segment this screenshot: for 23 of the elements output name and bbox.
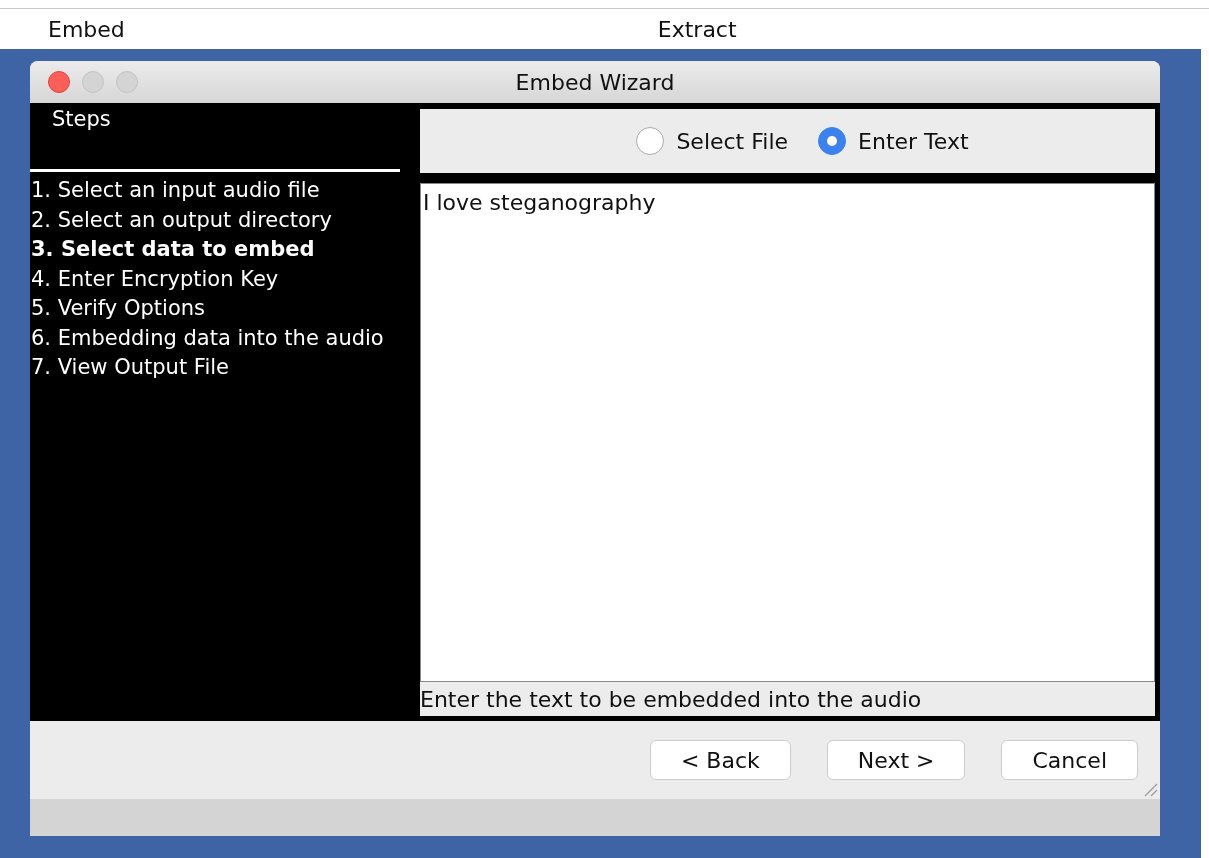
step-item: 1. Select an input audio file bbox=[30, 177, 321, 204]
text-area[interactable]: I love steganography bbox=[420, 183, 1155, 682]
wizard-button[interactable]: Cancel bbox=[1001, 740, 1138, 780]
step-item: 5. Verify Options bbox=[30, 295, 206, 322]
hint-text: Enter the text to be embedded into the audio bbox=[420, 686, 922, 712]
step-item: 7. View Output File bbox=[30, 354, 230, 381]
radio-option[interactable]: Select File bbox=[636, 127, 789, 155]
minimize-icon[interactable] bbox=[82, 71, 104, 93]
window-title: Embed Wizard bbox=[515, 69, 675, 95]
radio-icon[interactable] bbox=[818, 127, 847, 155]
step-item: 4. Enter Encryption Key bbox=[30, 265, 280, 293]
wizard-button[interactable]: Next > bbox=[826, 740, 966, 780]
step-item: 2. Select an output directory bbox=[30, 206, 333, 234]
zoom-icon[interactable] bbox=[116, 71, 138, 93]
close-icon[interactable] bbox=[48, 71, 70, 93]
tab[interactable]: Embed bbox=[48, 16, 125, 42]
step-item: 6. Embedding data into the audio bbox=[30, 324, 385, 352]
tab[interactable]: Extract bbox=[657, 16, 737, 42]
wizard-button[interactable]: < Back bbox=[649, 740, 791, 780]
step-item: 3. Select data to embed bbox=[30, 236, 316, 263]
radio-icon[interactable] bbox=[636, 127, 665, 155]
radio-option[interactable]: Enter Text bbox=[818, 127, 969, 155]
steps-heading: Steps bbox=[52, 107, 111, 131]
